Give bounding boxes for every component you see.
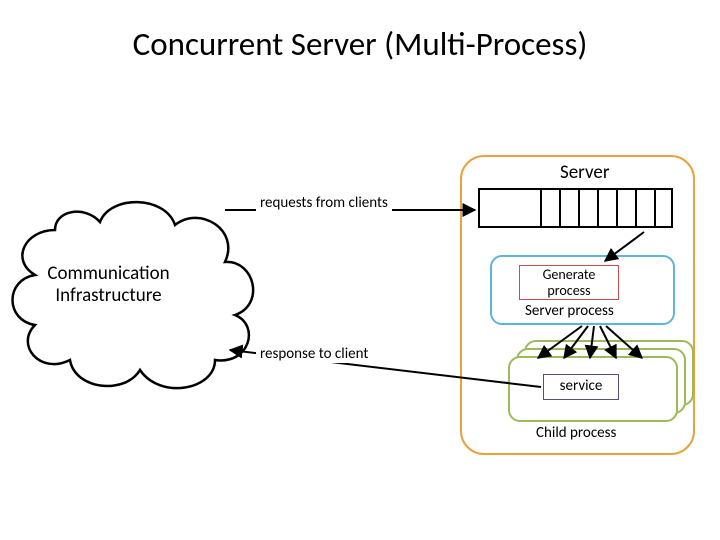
server-label: Server: [560, 161, 609, 184]
diagram-title: Concurrent Server (Multi-Process): [0, 24, 720, 64]
requests-label: requests from clients: [256, 194, 392, 212]
child-process-label: Child process: [536, 424, 616, 442]
service-box: service: [543, 374, 619, 400]
response-label: response to client: [256, 345, 372, 363]
request-queue: [478, 188, 678, 228]
server-process-label: Server process: [525, 302, 614, 320]
comm-infra-label: CommunicationInfrastructure: [36, 263, 181, 307]
generate-process-box: Generateprocess: [519, 265, 619, 300]
